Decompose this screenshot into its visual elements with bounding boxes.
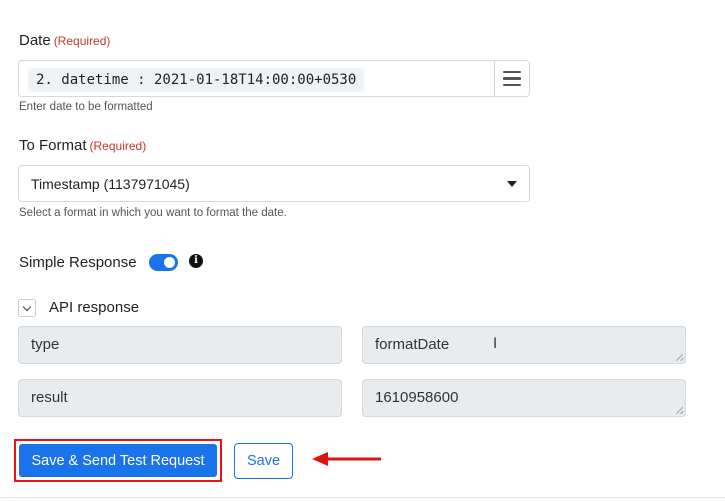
date-required-tag: (Required) xyxy=(53,34,111,48)
text-cursor-icon: I xyxy=(493,336,498,352)
format-label: To Format (Required) xyxy=(19,137,146,154)
response-key-field: result xyxy=(18,379,342,417)
annotation-arrow-icon xyxy=(312,452,381,466)
response-key-field: type xyxy=(18,326,342,364)
caret-down-icon xyxy=(507,181,517,187)
save-and-send-test-request-button[interactable]: Save & Send Test Request xyxy=(19,444,217,477)
api-response-collapse-button[interactable] xyxy=(18,299,36,317)
simple-response-toggle[interactable] xyxy=(149,254,178,271)
simple-response-label: Simple Response xyxy=(19,254,137,271)
format-selected-value: Timestamp (1137971045) xyxy=(31,176,190,192)
date-token-chip[interactable]: 2. datetime : 2021-01-18T14:00:00+0530 xyxy=(28,68,365,92)
date-input[interactable]: 2. datetime : 2021-01-18T14:00:00+0530 xyxy=(18,60,530,97)
resize-handle-icon[interactable] xyxy=(676,407,683,414)
save-button[interactable]: Save xyxy=(234,443,293,479)
date-label-text: Date xyxy=(19,32,51,49)
toggle-knob xyxy=(164,257,175,268)
response-value-field[interactable]: formatDate xyxy=(362,326,686,364)
insert-variable-button[interactable] xyxy=(494,61,529,96)
response-value-text: formatDate xyxy=(375,336,450,353)
hamburger-menu-icon xyxy=(503,69,521,89)
info-icon[interactable]: i xyxy=(189,254,203,268)
response-value-text: 1610958600 xyxy=(375,389,459,406)
api-response-label: API response xyxy=(49,299,140,316)
date-label: Date (Required) xyxy=(19,32,110,49)
format-select[interactable]: Timestamp (1137971045) xyxy=(18,165,530,202)
resize-handle-icon[interactable] xyxy=(676,354,683,361)
format-required-tag: (Required) xyxy=(89,139,147,153)
format-label-text: To Format xyxy=(19,137,87,154)
date-help-text: Enter date to be formatted xyxy=(19,101,153,113)
chevron-down-icon xyxy=(22,302,32,311)
response-value-field[interactable]: 1610958600 xyxy=(362,379,686,417)
bottom-divider xyxy=(0,497,725,498)
format-help-text: Select a format in which you want to for… xyxy=(19,207,287,219)
